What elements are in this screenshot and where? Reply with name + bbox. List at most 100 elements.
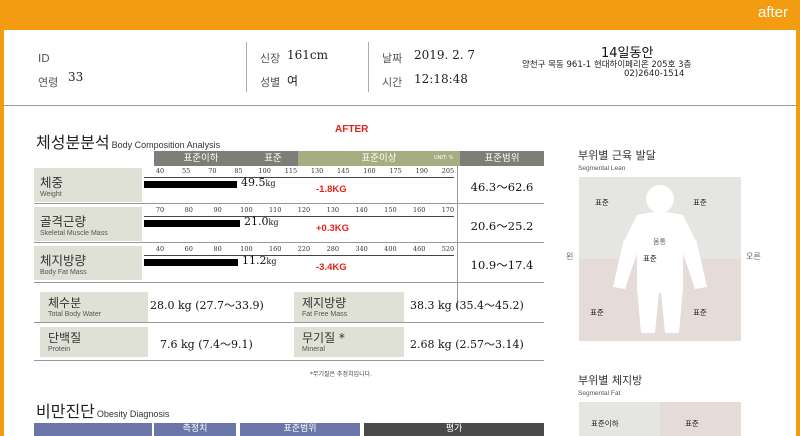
measured-unit: kg — [268, 218, 279, 227]
protein-label-en: Protein — [48, 346, 71, 353]
scale-tick-label: 130 — [326, 206, 340, 214]
scale-tick-label: 55 — [182, 167, 191, 175]
height-label: 신장 — [260, 52, 281, 65]
scale-tick-label: 170 — [441, 206, 455, 214]
mineral-label-en: Mineral — [302, 346, 325, 353]
obesity-title: 비만진단 Obesity Diagnosis — [36, 398, 169, 422]
protein-label-box: 단백질 Protein — [40, 327, 148, 357]
gender-value: 여 — [287, 74, 299, 88]
scale-tick-label: 400 — [384, 245, 397, 253]
water-value: 28.0 kg (27.7～33.9) — [150, 299, 264, 312]
composition-title-text: 체성분분석 — [36, 133, 110, 152]
scale-tick-label: 140 — [355, 206, 368, 214]
segmental-fat-chart: 표준이하 표준 — [579, 402, 741, 436]
protein-label: 단백질 — [48, 331, 82, 345]
fat-left-arm-status: 표준이하 — [591, 419, 619, 428]
ffm-label-en: Fat Free Mass — [302, 311, 348, 318]
panel-divider — [34, 282, 544, 283]
composition-title: 체성분분석 Body Composition Analysis — [36, 129, 220, 153]
obesity-blank-head — [34, 423, 152, 436]
mineral-footnote: *무기질은 추정치입니다. — [310, 371, 373, 378]
ffm-value: 38.3 kg (35.4～45.2) — [410, 299, 524, 312]
scale-tick-label: 340 — [355, 245, 368, 253]
row-scale: 40 55 70 85 100 115 130 145 160 175 190 205 — [154, 167, 454, 177]
trunk-status: 표준 — [643, 254, 657, 263]
scale-tick-label: 85 — [234, 167, 243, 175]
row-divider — [34, 242, 544, 243]
water-label-en: Total Body Water — [48, 311, 102, 318]
row-label: 체중 — [40, 175, 64, 190]
fat-right-quadrant — [660, 402, 741, 436]
segmental-fat-title: 부위별 체지방 — [578, 374, 643, 387]
row-scale: 40 60 80 100 160 220 280 340 400 460 520 — [154, 245, 454, 255]
obesity-subtitle: Obesity Diagnosis — [96, 409, 170, 419]
measured-number: 49.5 — [241, 176, 266, 189]
water-label-box: 체수분 Total Body Water — [40, 292, 148, 322]
age-label: 연령 — [38, 76, 59, 89]
scale-tick-label: 70 — [208, 167, 217, 175]
unit-label: UNIT: % — [434, 155, 454, 161]
obesity-range-head: 표준범위 — [240, 423, 360, 436]
scale-tick-label: 80 — [213, 245, 222, 253]
scale-tick-label: 160 — [412, 206, 426, 214]
row-label-box: 체지방량 Body Fat Mass — [34, 246, 142, 280]
range-divider — [457, 166, 458, 310]
scale-tick-label: 100 — [240, 206, 253, 214]
patient-header: ID 연령 33 신장 161cm 성별 여 날짜 2019. 2. 7 시간 … — [4, 30, 796, 106]
value-bar — [144, 220, 240, 227]
header-divider — [368, 42, 369, 92]
scale-tick-label: 160 — [268, 245, 282, 253]
panel-divider — [34, 360, 544, 361]
scale-tick-label: 145 — [337, 167, 350, 175]
time-value: 12:18:48 — [414, 72, 468, 86]
panel-divider — [34, 322, 544, 323]
measured-value: 11.2kg — [242, 254, 276, 267]
time-label: 시간 — [382, 76, 403, 89]
segmental-lean-chart: 표준 표준 몸통 표준 표준 표준 — [579, 177, 741, 341]
standard-range: 20.6～25.2 — [470, 219, 534, 233]
mineral-label: 무기질 * — [302, 331, 345, 345]
measured-number: 11.2 — [242, 254, 267, 267]
row-label-en: Body Fat Mass — [40, 269, 87, 276]
scale-tick-label: 100 — [240, 245, 253, 253]
water-label: 체수분 — [48, 296, 82, 310]
mineral-label-box: 무기질 * Mineral — [294, 327, 404, 357]
measured-value: 49.5kg — [241, 176, 275, 189]
side-left-label: 왼 — [566, 252, 574, 261]
segmental-fat-subtitle: Segmental Fat — [578, 390, 621, 397]
fat-right-arm-status: 표준 — [685, 419, 699, 428]
measured-value: 21.0kg — [244, 215, 278, 228]
scale-tick-label: 110 — [268, 206, 282, 214]
trunk-label: 몸통 — [653, 238, 666, 246]
left-arm-status: 표준 — [595, 198, 609, 207]
segmental-lean-title: 부위별 근육 발달 — [578, 149, 656, 162]
scale-tick-label: 280 — [326, 245, 340, 253]
protein-value: 7.6 kg (7.4～9.1) — [160, 338, 253, 351]
scale-tick-label: 100 — [258, 167, 271, 175]
scale-tick-label: 115 — [284, 167, 298, 175]
obesity-title-text: 비만진단 — [36, 402, 95, 421]
id-label: ID — [38, 52, 50, 65]
obesity-measured-head: 측정치 — [154, 423, 236, 436]
scale-tick-label: 520 — [441, 245, 455, 253]
right-leg-status: 표준 — [693, 308, 707, 317]
row-label: 골격근량 — [40, 214, 87, 229]
side-right-label: 오른 — [746, 252, 761, 261]
column-range: 표준범위 — [460, 151, 544, 166]
change-value: -3.4KG — [316, 262, 347, 273]
header-divider — [246, 42, 247, 92]
measured-unit: kg — [266, 257, 277, 266]
segmental-lean-subtitle: Segmental Lean — [578, 165, 626, 172]
scale-tick-label: 60 — [184, 245, 193, 253]
composition-subtitle: Body Composition Analysis — [111, 140, 221, 150]
gender-label: 성별 — [260, 76, 281, 89]
row-label-en: Skeletal Muscle Mass — [40, 230, 108, 237]
standard-range: 10.9～17.4 — [470, 258, 534, 272]
row-label-box: 체중 Weight — [34, 168, 142, 202]
mineral-value: 2.68 kg (2.57～3.14) — [410, 338, 524, 351]
column-under: 표준이하 — [154, 151, 248, 166]
date-value: 2019. 2. 7 — [414, 48, 476, 62]
change-value: -1.8KG — [316, 184, 347, 195]
scale-tick-label: 70 — [155, 206, 165, 214]
value-bar — [144, 259, 238, 266]
